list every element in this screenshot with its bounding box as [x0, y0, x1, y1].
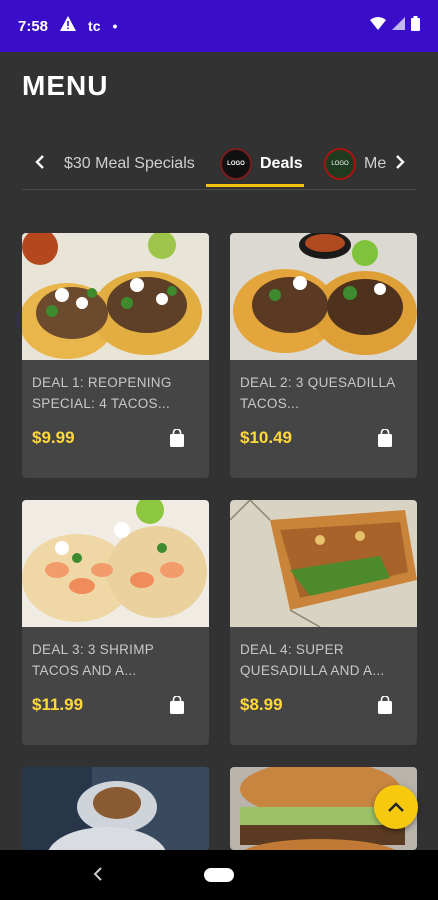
- product-title: DEAL 4: SUPER QUESADILLA AND A...: [240, 642, 385, 678]
- product-price: $10.49: [240, 428, 292, 447]
- chevron-right-icon: [396, 155, 405, 169]
- product-image: [22, 233, 209, 360]
- tabs-divider: [22, 189, 416, 190]
- warning-icon: [60, 16, 77, 36]
- notification-dot: •: [112, 18, 118, 34]
- tab-deals[interactable]: LOGO Deals: [220, 146, 303, 182]
- add-to-cart-bag-icon[interactable]: [377, 696, 393, 714]
- system-home-button[interactable]: [204, 868, 234, 882]
- product-price: $11.99: [32, 695, 84, 714]
- scroll-to-top-button[interactable]: [374, 785, 418, 829]
- system-back-button[interactable]: [88, 864, 108, 884]
- product-image: [230, 233, 417, 360]
- system-navigation-bar: [0, 850, 438, 900]
- wifi-icon: [370, 17, 386, 35]
- product-title: DEAL 3: 3 SHRIMP TACOS AND A...: [32, 642, 154, 678]
- tab-label: $30 Meal Specials: [64, 155, 195, 172]
- add-to-cart-bag-icon[interactable]: [377, 429, 393, 447]
- chevron-up-icon: [388, 802, 404, 812]
- status-time: 7:58: [18, 17, 49, 35]
- chevron-left-icon: [35, 155, 44, 169]
- tabs-scroll-left-button[interactable]: [28, 150, 52, 174]
- category-tabs: $30 Meal Specials LOGO Deals LOGO Me: [0, 138, 438, 190]
- restaurant-logo-icon: LOGO: [324, 148, 356, 180]
- add-to-cart-bag-icon[interactable]: [169, 429, 185, 447]
- selected-tab-indicator: [206, 184, 304, 187]
- product-card[interactable]: DEAL 3: 3 SHRIMP TACOS AND A... $11.99: [22, 500, 209, 745]
- product-card[interactable]: DEAL 2: 3 QUESADILLA TACOS... $10.49: [230, 233, 417, 478]
- carrier-glyph: tc: [88, 18, 101, 34]
- product-price: $8.99: [240, 695, 283, 714]
- product-card[interactable]: DEAL 4: SUPER QUESADILLA AND A... $8.99: [230, 500, 417, 745]
- status-bar: 7:58 tc •: [0, 0, 438, 52]
- tab-label: Deals: [260, 155, 303, 172]
- add-to-cart-bag-icon[interactable]: [169, 696, 185, 714]
- signal-icon: [392, 17, 405, 35]
- product-title: DEAL 1: REOPENING SPECIAL: 4 TACOS...: [32, 375, 172, 411]
- product-image: [230, 500, 417, 627]
- product-image: [22, 500, 209, 627]
- product-card[interactable]: [22, 767, 209, 850]
- product-image: [22, 767, 209, 850]
- product-title: DEAL 2: 3 QUESADILLA TACOS...: [240, 375, 395, 411]
- restaurant-logo-icon: LOGO: [220, 148, 252, 180]
- product-card[interactable]: DEAL 1: REOPENING SPECIAL: 4 TACOS... $9…: [22, 233, 209, 478]
- tab-meal-specials[interactable]: $30 Meal Specials: [64, 146, 195, 182]
- page-title: MENU: [22, 70, 109, 101]
- battery-icon: [411, 16, 420, 36]
- tab-label: Me: [364, 155, 386, 172]
- tab-mexican-combos[interactable]: LOGO Me: [324, 146, 386, 182]
- product-price: $9.99: [32, 428, 75, 447]
- back-chevron-icon: [93, 867, 102, 881]
- tabs-scroll-right-button[interactable]: [388, 150, 412, 174]
